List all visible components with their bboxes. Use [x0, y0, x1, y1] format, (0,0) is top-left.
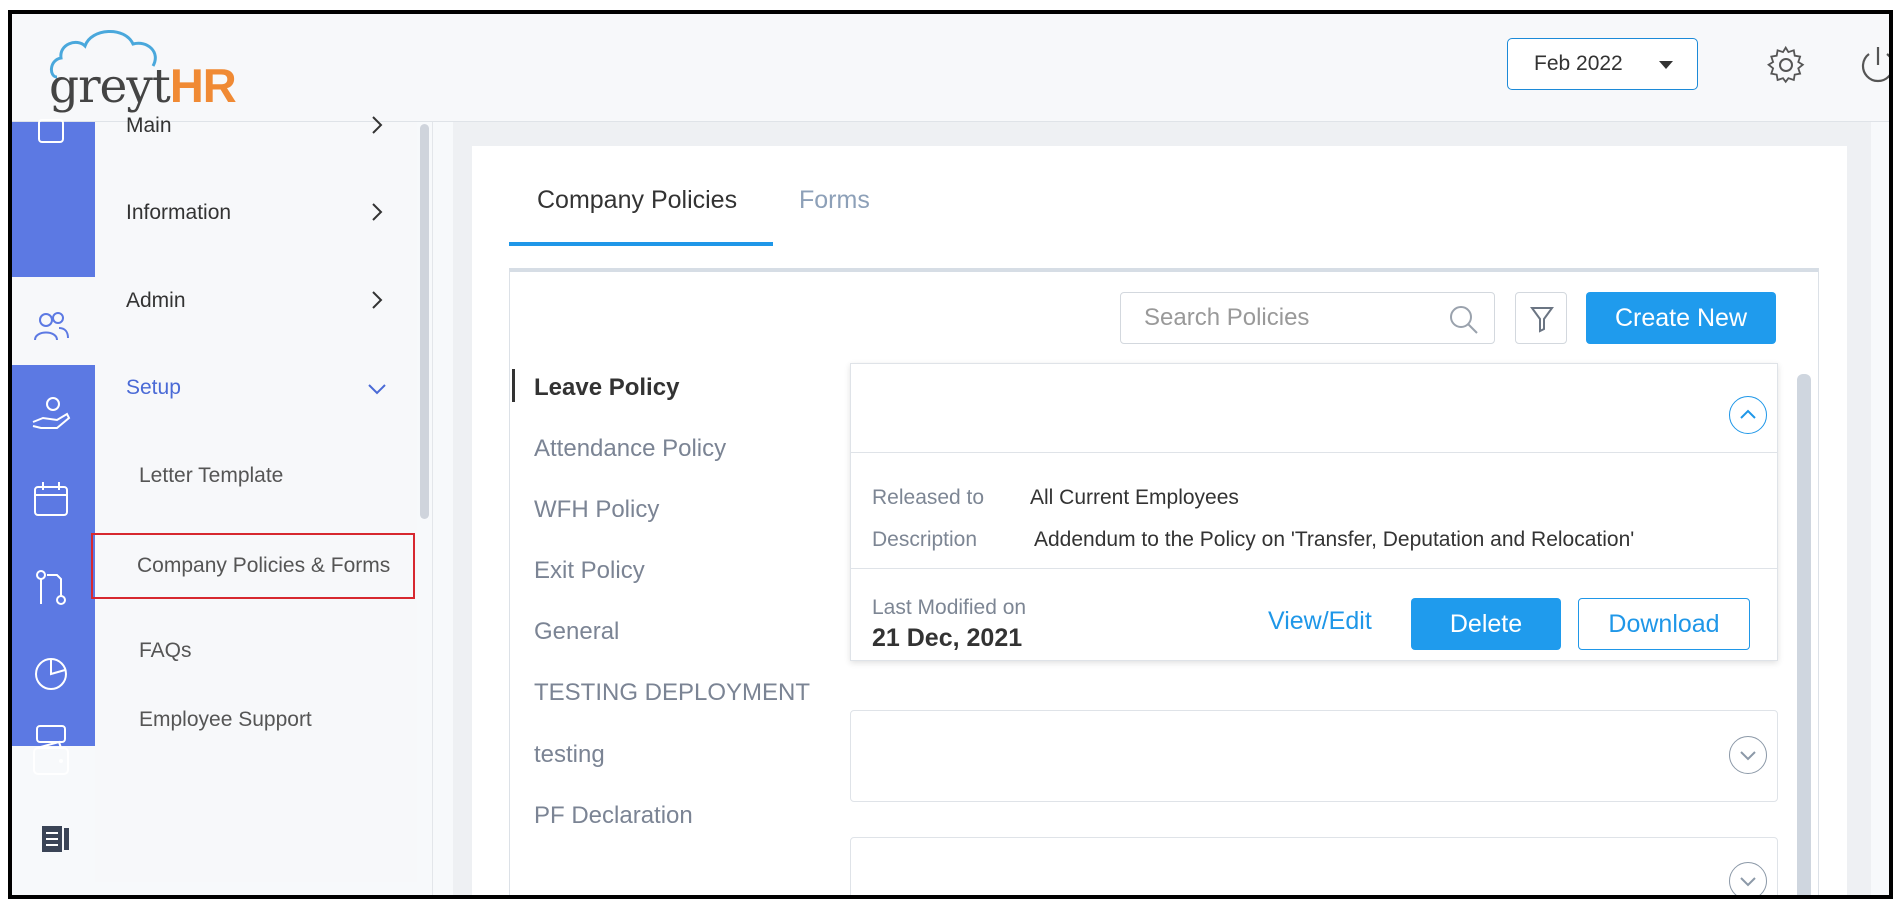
sidebar-item-label: Setup [126, 376, 181, 399]
chevron-down-icon [368, 384, 386, 395]
sidebar-subitem-employee-support[interactable]: Employee Support [95, 694, 410, 732]
sidebar-item-label: Admin [126, 289, 186, 312]
wallet-icon[interactable] [29, 738, 73, 782]
sidebar-subitem-label: FAQs [139, 639, 192, 662]
gear-icon[interactable] [1765, 44, 1807, 86]
document-list-icon[interactable] [39, 822, 73, 856]
policy-item-leave[interactable]: Leave Policy [534, 374, 679, 402]
policy-card-collapsed[interactable] [850, 837, 1778, 895]
expand-button[interactable] [1729, 862, 1767, 895]
expand-button[interactable] [1729, 736, 1767, 774]
sidebar-item-information[interactable]: Information [95, 169, 410, 257]
workflow-icon[interactable] [29, 566, 73, 610]
sidebar-item-setup[interactable]: Setup [95, 344, 410, 432]
policy-item-exit[interactable]: Exit Policy [534, 557, 645, 585]
filter-button[interactable] [1515, 292, 1567, 344]
sidebar-subitem-label: Company Policies & Forms [137, 554, 391, 577]
policy-item-testing-deployment[interactable]: TESTING DEPLOYMENT [534, 679, 810, 707]
description-label: Description [872, 528, 978, 551]
chevron-right-icon [372, 203, 383, 221]
create-new-button[interactable]: Create New [1586, 292, 1776, 344]
sidebar-menu: Main Information Admin Setup Letter Temp… [91, 114, 417, 882]
sidebar-subitem-company-policies-forms[interactable]: Company Policies & Forms [91, 533, 415, 599]
month-selector[interactable]: Feb 2022 [1507, 38, 1698, 90]
people-icon[interactable] [29, 306, 73, 350]
sidebar-subitem-label: Letter Template [139, 464, 284, 487]
released-to-value: All Current Employees [1030, 486, 1239, 509]
active-tab-indicator [509, 242, 773, 246]
calendar-icon[interactable] [29, 478, 73, 522]
search-icon [1450, 306, 1478, 334]
sidebar-subitem-letter-template[interactable]: Letter Template [95, 432, 410, 520]
sidebar-divider [432, 122, 433, 895]
policy-item-pf-declaration[interactable]: PF Declaration [534, 802, 693, 830]
download-button[interactable]: Download [1578, 598, 1750, 650]
chevron-down-icon [1740, 751, 1756, 761]
sidebar-item-admin[interactable]: Admin [95, 257, 410, 345]
caret-down-icon [1659, 61, 1673, 69]
sidebar-item-label: Information [126, 201, 232, 224]
active-policy-indicator [512, 369, 515, 402]
policy-item-wfh[interactable]: WFH Policy [534, 496, 659, 524]
filter-icon [1530, 307, 1554, 333]
search-placeholder: Search Policies [1144, 304, 1310, 331]
sidebar-scrollbar[interactable] [420, 124, 429, 519]
collapse-button[interactable] [1729, 396, 1767, 434]
description-value: Addendum to the Policy on 'Transfer, Dep… [1034, 528, 1635, 551]
policy-item-attendance[interactable]: Attendance Policy [534, 435, 726, 463]
last-modified-label: Last Modified on [872, 596, 1027, 619]
card-divider [851, 452, 1777, 453]
sidebar-icon-rail [12, 119, 95, 775]
tab-forms[interactable]: Forms [799, 186, 870, 215]
card-divider [851, 568, 1777, 569]
month-selector-value: Feb 2022 [1534, 52, 1623, 75]
tab-company-policies[interactable]: Company Policies [537, 186, 737, 215]
policy-item-testing[interactable]: testing [534, 741, 605, 769]
sidebar-item-label: Main [126, 114, 172, 137]
view-edit-button[interactable]: View/Edit [1268, 607, 1372, 636]
search-policies-input[interactable]: Search Policies [1120, 292, 1495, 344]
chevron-up-icon [1740, 409, 1756, 419]
last-modified-value: 21 Dec, 2021 [872, 624, 1023, 652]
home-icon[interactable] [29, 116, 73, 160]
sidebar-item-main[interactable]: Main [95, 82, 410, 170]
hand-icon[interactable] [29, 392, 73, 436]
device-icon[interactable] [29, 718, 73, 744]
policy-card-collapsed[interactable] [850, 710, 1778, 802]
chevron-right-icon [372, 116, 383, 134]
sidebar-subitem-label: Employee Support [139, 708, 312, 731]
app-window: greytHR Feb 2022 Main Information Admin … [8, 10, 1893, 899]
chevron-right-icon [372, 291, 383, 309]
policies-scrollbar[interactable] [1797, 374, 1811, 895]
delete-button[interactable]: Delete [1411, 598, 1561, 650]
sidebar-subitem-faqs[interactable]: FAQs [95, 607, 410, 695]
pie-chart-icon[interactable] [29, 652, 73, 696]
chevron-down-icon [1740, 877, 1756, 887]
policy-item-general[interactable]: General [534, 618, 619, 646]
released-to-label: Released to [872, 486, 985, 509]
power-icon[interactable] [1857, 44, 1893, 86]
